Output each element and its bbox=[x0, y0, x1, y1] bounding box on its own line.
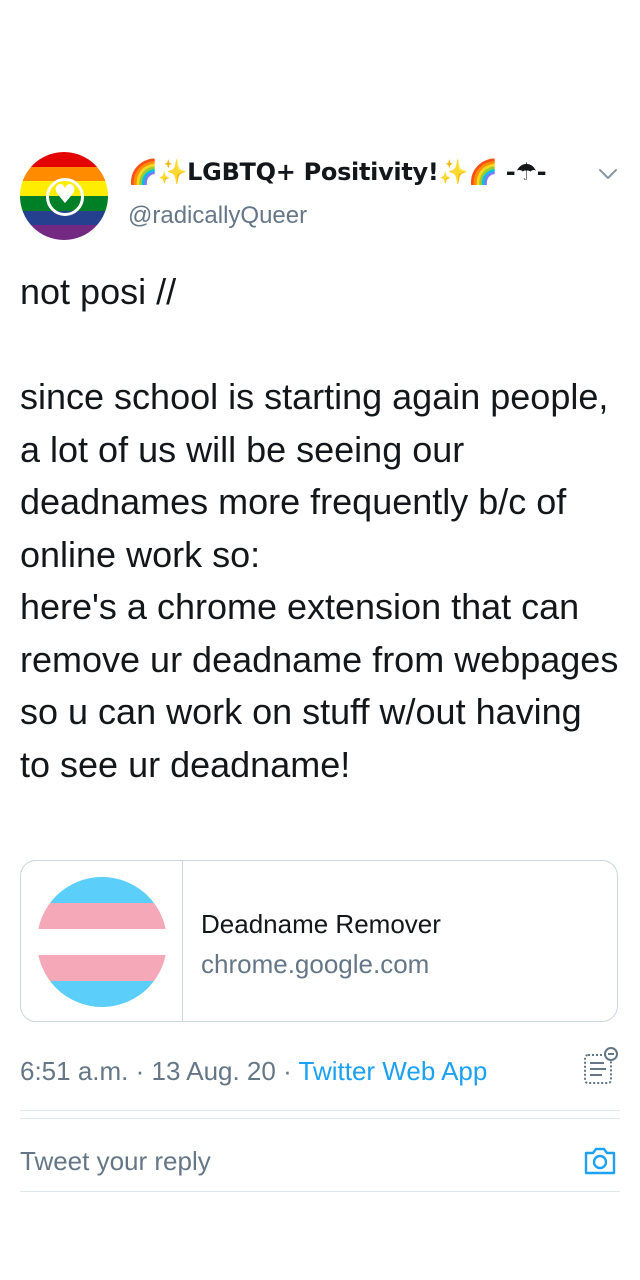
rainbow-sparkle-emoji: 🌈✨ bbox=[128, 158, 188, 186]
divider bbox=[20, 1110, 620, 1111]
display-name-text: LGBTQ+ Positivity! bbox=[187, 158, 439, 186]
card-title: Deadname Remover bbox=[201, 909, 441, 939]
reply-input[interactable]: Tweet your reply bbox=[20, 1146, 211, 1177]
umbrella-emoji: -☂- bbox=[505, 158, 547, 186]
meta-separator: · bbox=[128, 1056, 152, 1086]
author-handle[interactable]: @radicallyQueer bbox=[128, 202, 307, 230]
rainbow-emoji: 🌈 bbox=[468, 158, 498, 186]
tweet-time[interactable]: 6:51 a.m. bbox=[20, 1056, 128, 1086]
tweet-activity-icon[interactable] bbox=[580, 1046, 620, 1086]
sparkle-emoji: ✨ bbox=[438, 158, 469, 186]
author-display-name[interactable]: 🌈✨LGBTQ+ Positivity!✨🌈 -☂- bbox=[128, 158, 547, 186]
meta-separator: · bbox=[275, 1056, 299, 1086]
card-domain: chrome.google.com bbox=[201, 949, 430, 979]
tweet-date[interactable]: 13 Aug. 20 bbox=[152, 1056, 276, 1086]
chevron-down-icon[interactable] bbox=[596, 164, 620, 184]
divider bbox=[20, 1118, 620, 1119]
trans-flag-image bbox=[37, 877, 167, 1007]
camera-icon[interactable] bbox=[582, 1142, 618, 1178]
tweet-text: not posi // since school is starting aga… bbox=[20, 271, 619, 785]
card-thumbnail bbox=[21, 861, 183, 1021]
heart-icon: ♥ bbox=[53, 180, 77, 210]
reply-underline bbox=[20, 1191, 620, 1192]
tweet-metadata: 6:51 a.m. · 13 Aug. 20 · Twitter Web App bbox=[20, 1056, 487, 1087]
link-card[interactable]: Deadname Remover chrome.google.com bbox=[20, 860, 618, 1022]
tweet-source-link[interactable]: Twitter Web App bbox=[299, 1056, 488, 1086]
avatar[interactable]: ♥ bbox=[20, 152, 108, 240]
tweet-detail-page: ♥ 🌈✨LGBTQ+ Positivity!✨🌈 -☂- @radicallyQ… bbox=[0, 0, 640, 1280]
